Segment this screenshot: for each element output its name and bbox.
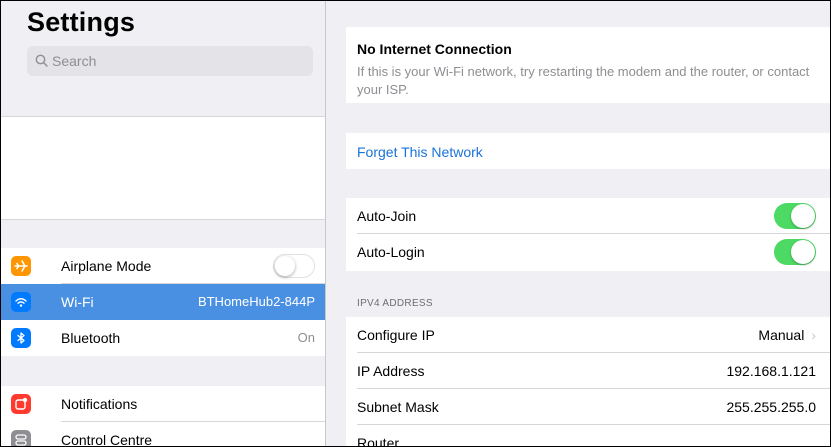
ip-address-value: 192.168.1.121 bbox=[726, 363, 816, 379]
configure-ip-label: Configure IP bbox=[357, 327, 435, 343]
airplane-icon bbox=[11, 256, 31, 276]
ipv4-group: Configure IP Manual › IP Address 192.168.… bbox=[346, 317, 830, 447]
router-row[interactable]: Router bbox=[346, 425, 830, 447]
sidebar-item-wifi[interactable]: Wi-Fi BTHomeHub2-844P bbox=[1, 284, 325, 320]
configure-ip-row[interactable]: Configure IP Manual › bbox=[346, 317, 830, 353]
toggle-knob bbox=[275, 256, 295, 276]
sidebar-item-label: Wi-Fi bbox=[61, 294, 94, 310]
sidebar-item-control-centre[interactable]: Control Centre bbox=[1, 422, 325, 446]
sidebar-item-airplane-mode[interactable]: Airplane Mode bbox=[1, 248, 325, 284]
sidebar: Settings Search Airplane Mode Wi-Fi BTHo… bbox=[1, 1, 326, 446]
no-internet-message: If this is your Wi-Fi network, try resta… bbox=[357, 64, 810, 97]
auto-login-row: Auto-Login bbox=[346, 234, 830, 270]
chevron-right-icon: › bbox=[811, 327, 816, 343]
forget-network-group: Forget This Network bbox=[346, 133, 830, 169]
toggle-knob bbox=[791, 204, 815, 228]
auto-join-toggle[interactable] bbox=[774, 203, 816, 229]
router-label: Router bbox=[357, 435, 400, 447]
auto-login-toggle[interactable] bbox=[774, 239, 816, 265]
sidebar-item-label: Bluetooth bbox=[61, 330, 121, 346]
auto-options-group: Auto-Join Auto-Login bbox=[346, 198, 830, 271]
sidebar-item-label: Control Centre bbox=[61, 432, 153, 446]
ipv4-section-header: IPV4 ADDRESS bbox=[357, 298, 433, 309]
sidebar-item-notifications[interactable]: Notifications bbox=[1, 386, 325, 422]
no-internet-notice: No Internet Connection If this is your W… bbox=[346, 27, 830, 103]
sidebar-item-label: Airplane Mode bbox=[61, 258, 152, 274]
bluetooth-status: On bbox=[297, 330, 315, 345]
airplane-mode-toggle[interactable] bbox=[273, 254, 315, 278]
sidebar-profile-blank bbox=[1, 116, 325, 220]
search-icon bbox=[35, 54, 48, 67]
control-centre-icon bbox=[11, 430, 31, 446]
sidebar-item-label: Notifications bbox=[61, 396, 138, 412]
ip-address-row[interactable]: IP Address 192.168.1.121 bbox=[346, 353, 830, 389]
auto-login-label: Auto-Login bbox=[357, 244, 425, 260]
wifi-icon bbox=[11, 292, 31, 312]
search-placeholder: Search bbox=[52, 53, 97, 69]
subnet-mask-label: Subnet Mask bbox=[357, 399, 439, 415]
bluetooth-icon bbox=[11, 328, 31, 348]
page-title: Settings bbox=[27, 7, 136, 37]
ip-address-label: IP Address bbox=[357, 363, 425, 379]
subnet-mask-row[interactable]: Subnet Mask 255.255.255.0 bbox=[346, 389, 830, 425]
configure-ip-value: Manual › bbox=[758, 327, 816, 343]
toggle-knob bbox=[791, 240, 815, 264]
subnet-mask-value: 255.255.255.0 bbox=[726, 399, 816, 415]
wifi-network-detail: No Internet Connection If this is your W… bbox=[326, 1, 830, 446]
settings-window: Settings Search Airplane Mode Wi-Fi BTHo… bbox=[0, 0, 831, 447]
wifi-network-name: BTHomeHub2-844P bbox=[197, 294, 315, 309]
no-internet-title: No Internet Connection bbox=[357, 41, 512, 57]
auto-join-row: Auto-Join bbox=[346, 198, 830, 234]
notifications-icon bbox=[11, 394, 31, 414]
sidebar-item-bluetooth[interactable]: Bluetooth On bbox=[1, 320, 325, 356]
forget-network-button[interactable]: Forget This Network bbox=[357, 144, 483, 160]
search-field[interactable]: Search bbox=[27, 46, 313, 76]
auto-join-label: Auto-Join bbox=[357, 208, 417, 224]
